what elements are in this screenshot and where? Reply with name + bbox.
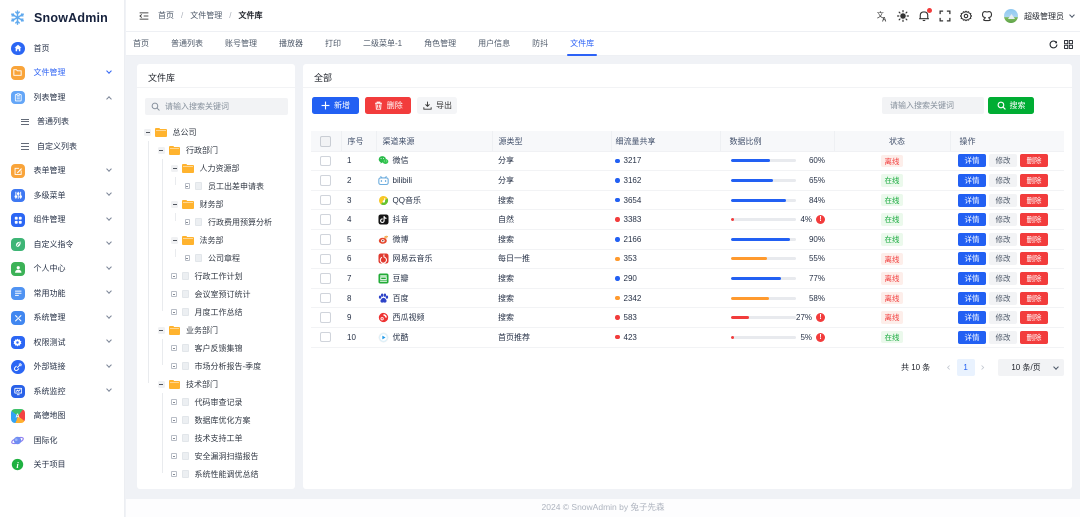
- svg-text:A: A: [16, 414, 20, 420]
- svg-text:A: A: [882, 17, 887, 22]
